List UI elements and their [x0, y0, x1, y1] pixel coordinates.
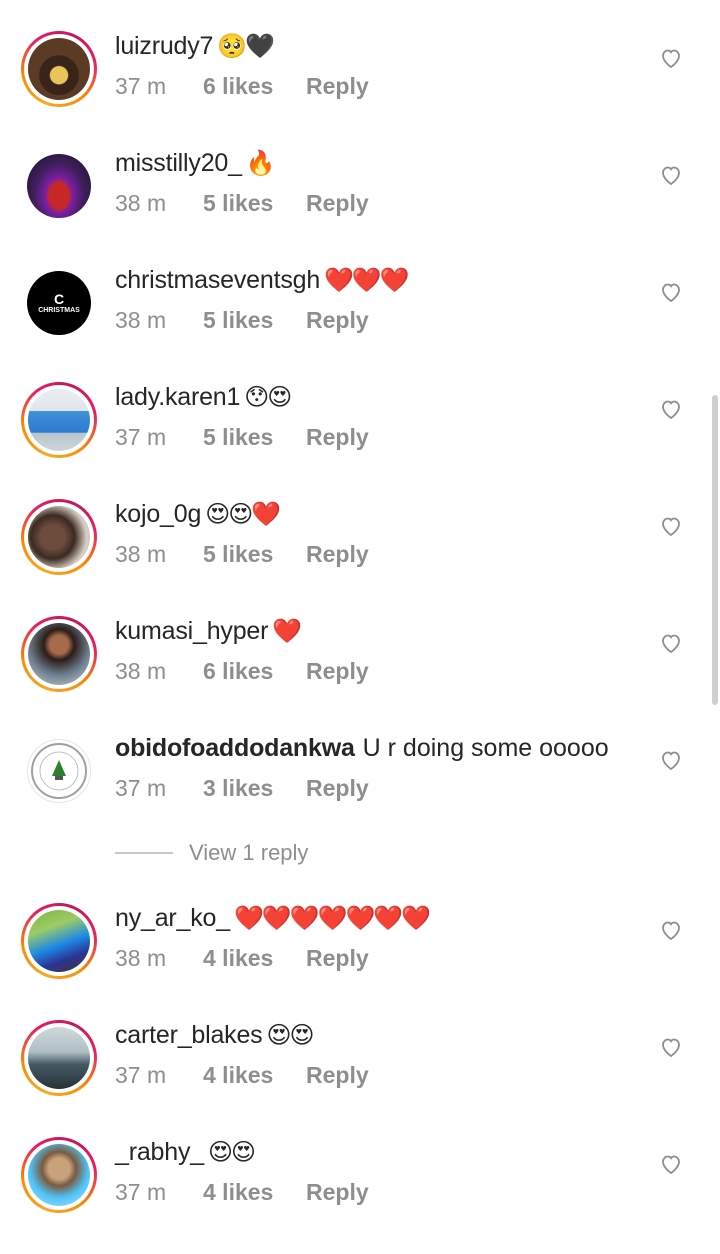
comment-item: luizrudy7 🥺🖤 37 m 6 likes Reply — [0, 31, 720, 148]
heart-outline-icon[interactable] — [659, 514, 683, 538]
reply-button[interactable]: Reply — [306, 73, 369, 99]
comment-emoji: ❤️ — [272, 618, 302, 645]
comment-time: 38 m — [115, 307, 167, 333]
comment-likes[interactable]: 6 likes — [203, 656, 306, 686]
comment-emoji: ❤️❤️❤️ — [324, 267, 410, 294]
comment-likes[interactable]: 5 likes — [203, 188, 306, 218]
view-replies-button[interactable]: View 1 reply — [115, 838, 308, 868]
comment-item: ny_ar_ko_ ❤️❤️❤️❤️❤️❤️❤️ 38 m 4 likes Reply — [0, 903, 720, 1020]
comment-likes[interactable]: 4 likes — [203, 1060, 306, 1090]
comment-item: obidofoaddodankwa U r doing some ooooo 37… — [0, 733, 720, 850]
reply-button[interactable]: Reply — [306, 658, 369, 684]
comment-username[interactable]: lady.karen1 — [115, 383, 240, 411]
comment-item: kojo_0g 😍😍❤️ 38 m 5 likes Reply — [0, 499, 720, 616]
comment-username[interactable]: christmaseventsgh — [115, 266, 320, 294]
heart-outline-icon[interactable] — [659, 163, 683, 187]
comment-text: U r doing some ooooo — [362, 734, 609, 762]
comment-username[interactable]: luizrudy7 — [115, 32, 213, 60]
heart-outline-icon[interactable] — [659, 1035, 683, 1059]
avatar[interactable] — [21, 903, 97, 979]
heart-outline-icon[interactable] — [659, 397, 683, 421]
comment-time: 37 m — [115, 775, 167, 801]
comment-item: _rabhy_ 😍😍 37 m 4 likes Reply — [0, 1137, 720, 1254]
heart-outline-icon[interactable] — [659, 631, 683, 655]
comment-likes[interactable]: 5 likes — [203, 305, 306, 335]
heart-outline-icon[interactable] — [659, 748, 683, 772]
comment-time: 37 m — [115, 1179, 167, 1205]
comment-username[interactable]: carter_blakes — [115, 1021, 263, 1049]
comment-time: 37 m — [115, 73, 167, 99]
comment-time: 38 m — [115, 190, 167, 216]
comment-username[interactable]: obidofoaddodankwa — [115, 734, 355, 762]
comment-emoji: 😍😍 — [266, 1022, 314, 1049]
comment-username[interactable]: _rabhy_ — [115, 1138, 204, 1166]
avatar[interactable] — [21, 499, 97, 575]
comment-likes[interactable]: 3 likes — [203, 773, 306, 803]
reply-button[interactable]: Reply — [306, 1062, 369, 1088]
comment-username[interactable]: ny_ar_ko_ — [115, 904, 230, 932]
comment-username[interactable]: misstilly20_ — [115, 149, 242, 177]
avatar[interactable] — [21, 382, 97, 458]
comment-username[interactable]: kojo_0g — [115, 500, 201, 528]
comment-emoji: 🥺🖤 — [217, 33, 275, 60]
comment-username[interactable]: kumasi_hyper — [115, 617, 268, 645]
comment-time: 38 m — [115, 658, 167, 684]
reply-button[interactable]: Reply — [306, 190, 369, 216]
christmas-events-logo: C CHRISTMAS — [27, 271, 91, 335]
reply-button[interactable]: Reply — [306, 1179, 369, 1205]
comment-likes[interactable]: 4 likes — [203, 1177, 306, 1207]
comment-emoji: 😯😍 — [244, 384, 292, 411]
reply-button[interactable]: Reply — [306, 424, 369, 450]
comment-emoji: 😍😍❤️ — [205, 501, 281, 528]
heart-outline-icon[interactable] — [659, 280, 683, 304]
divider-line — [115, 852, 173, 854]
avatar[interactable] — [21, 148, 97, 224]
avatar[interactable] — [21, 31, 97, 107]
heart-outline-icon[interactable] — [659, 1152, 683, 1176]
comment-item: kumasi_hyper ❤️ 38 m 6 likes Reply — [0, 616, 720, 733]
avatar[interactable]: C CHRISTMAS — [21, 265, 97, 341]
comment-likes[interactable]: 6 likes — [203, 71, 306, 101]
comment-item: C CHRISTMAS christmaseventsgh ❤️❤️❤️ 38 m… — [0, 265, 720, 382]
avatar[interactable] — [21, 1020, 97, 1096]
comment-likes[interactable]: 4 likes — [203, 943, 306, 973]
comment-item: lady.karen1 😯😍 37 m 5 likes Reply — [0, 382, 720, 499]
reply-button[interactable]: Reply — [306, 775, 369, 801]
comment-emoji: ❤️❤️❤️❤️❤️❤️❤️ — [233, 905, 431, 932]
comment-likes[interactable]: 5 likes — [203, 422, 306, 452]
reply-button[interactable]: Reply — [306, 307, 369, 333]
reply-button[interactable]: Reply — [306, 541, 369, 567]
school-crest-logo — [27, 739, 91, 803]
view-replies-label: View 1 reply — [189, 840, 309, 865]
heart-outline-icon[interactable] — [659, 46, 683, 70]
comment-time: 38 m — [115, 541, 167, 567]
comment-time: 38 m — [115, 945, 167, 971]
avatar[interactable] — [21, 1137, 97, 1213]
comment-item: carter_blakes 😍😍 37 m 4 likes Reply — [0, 1020, 720, 1137]
scrollbar[interactable] — [712, 395, 718, 705]
avatar[interactable] — [21, 616, 97, 692]
comment-emoji: 🔥 — [245, 150, 276, 177]
comment-emoji: 😍😍 — [207, 1139, 256, 1166]
comment-time: 37 m — [115, 424, 167, 450]
comment-likes[interactable]: 5 likes — [203, 539, 306, 569]
avatar[interactable] — [21, 733, 97, 809]
reply-button[interactable]: Reply — [306, 945, 369, 971]
heart-outline-icon[interactable] — [659, 918, 683, 942]
comment-time: 37 m — [115, 1062, 167, 1088]
comment-item: misstilly20_ 🔥 38 m 5 likes Reply — [0, 148, 720, 265]
